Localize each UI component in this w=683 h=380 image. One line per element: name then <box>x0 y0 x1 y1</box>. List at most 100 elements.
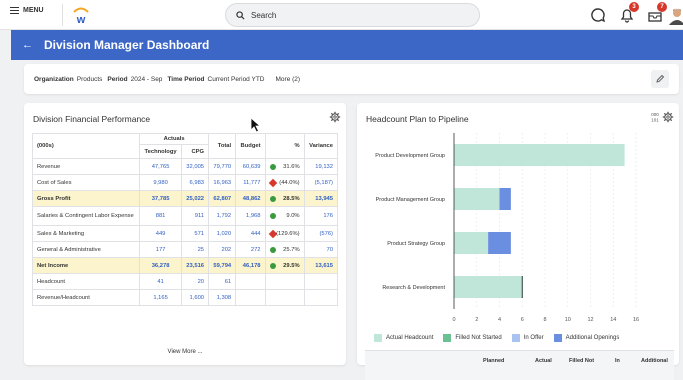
total-value[interactable]: 59,794 <box>208 257 237 274</box>
legend-swatch <box>553 334 562 342</box>
back-arrow-icon[interactable]: ← <box>22 39 36 51</box>
organization-value[interactable]: Products <box>77 76 103 83</box>
percent-text: (44.0%) <box>279 179 300 186</box>
technology-value[interactable]: 36,278 <box>139 257 182 274</box>
cpg-value[interactable]: 20 <box>180 273 210 290</box>
edit-filters-button[interactable] <box>651 70 669 88</box>
variance-value[interactable]: 19,132 <box>303 158 339 175</box>
cpg-value[interactable]: 25 <box>180 241 210 258</box>
variance-value[interactable]: 176 <box>303 206 339 226</box>
legend-swatch <box>443 334 452 342</box>
total-value[interactable]: 1,020 <box>208 225 237 242</box>
total-value[interactable]: 1,792 <box>208 206 237 226</box>
percent-text: 25.7% <box>283 246 300 253</box>
cpg-value[interactable]: 911 <box>180 206 210 226</box>
cpg-value[interactable]: 23,516 <box>180 257 210 274</box>
total-value[interactable]: 61 <box>208 273 237 290</box>
more-filters-link[interactable]: More (2) <box>276 76 301 83</box>
category-label: Product Development Group <box>375 153 445 159</box>
table-row: Cost of Sales 9,980 6,983 16,963 11,777 (44.0… <box>31 174 339 191</box>
legend-item[interactable]: Additional Openings <box>553 334 619 342</box>
svg-text:000: 000 <box>651 112 659 117</box>
notification-badge: 3 <box>629 2 639 12</box>
bar-actual-headcount <box>454 188 500 210</box>
gear-icon[interactable] <box>329 111 341 123</box>
inbox-button[interactable]: 7 <box>645 2 667 25</box>
technology-value[interactable]: 881 <box>139 206 182 226</box>
chart-gear-icon[interactable] <box>662 111 674 123</box>
table-row: Net Income 36,278 23,516 59,794 46,178 29.5% 1… <box>31 257 339 274</box>
menu-button[interactable]: MENU <box>10 7 44 14</box>
bar-additional-openings <box>488 232 511 254</box>
variance-value[interactable]: 70 <box>303 241 339 258</box>
technology-value[interactable]: 1,165 <box>139 289 182 306</box>
variance-value[interactable]: 13,945 <box>303 190 339 207</box>
budget-value[interactable]: 272 <box>235 241 266 258</box>
percent-value: (129.6%) <box>264 225 305 242</box>
percent-value: (44.0%) <box>264 174 305 191</box>
total-value[interactable]: 16,963 <box>208 174 237 191</box>
table-header-background <box>365 351 674 380</box>
financial-card-title: Division Financial Performance <box>33 114 151 124</box>
table-row: Gross Profit 37,785 25,022 62,807 48,862 28.5… <box>31 190 339 207</box>
page-header: ← Division Manager Dashboard <box>11 30 683 60</box>
time-period-value[interactable]: Current Period YTD <box>208 76 265 83</box>
legend-item[interactable]: Filled Not Started <box>443 334 502 342</box>
budget-value[interactable]: 46,178 <box>235 257 266 274</box>
technology-value[interactable]: 47,765 <box>139 158 182 175</box>
cpg-value[interactable]: 1,600 <box>180 289 210 306</box>
variance-value[interactable]: (576) <box>303 225 339 242</box>
legend-item[interactable]: Actual Headcount <box>374 334 433 342</box>
status-good-icon <box>269 262 276 269</box>
category-label: Research & Development <box>382 285 445 291</box>
technology-value[interactable]: 37,785 <box>139 190 182 207</box>
x-tick-label: 8 <box>543 317 546 323</box>
cpg-value[interactable]: 6,983 <box>180 174 210 191</box>
budget-value[interactable]: 11,777 <box>235 174 266 191</box>
table-view-icon[interactable]: 000 101 <box>649 111 661 123</box>
financial-table: (000s) Actuals Total Budget % Variance T… <box>31 133 339 306</box>
search-input[interactable] <box>251 10 451 20</box>
x-tick-label: 10 <box>565 317 571 323</box>
cpg-value[interactable]: 25,022 <box>180 190 210 207</box>
technology-value[interactable]: 177 <box>139 241 182 258</box>
budget-value[interactable]: 1,968 <box>235 206 266 226</box>
column-header-percent: % <box>264 133 305 159</box>
filter-bar: Organization Products Period 2024 - Sep … <box>24 64 679 94</box>
budget-value[interactable]: 48,862 <box>235 190 266 207</box>
search-box[interactable] <box>225 3 480 27</box>
row-label: Revenue/Headcount <box>31 289 141 306</box>
view-more-link[interactable]: View More ... <box>24 349 346 355</box>
technology-value[interactable]: 9,980 <box>139 174 182 191</box>
legend-label: In Offer <box>523 335 544 341</box>
status-good-icon <box>269 163 276 170</box>
bar-actual-headcount <box>454 144 625 166</box>
technology-value[interactable]: 41 <box>139 273 182 290</box>
status-good-icon <box>269 246 276 253</box>
column-header-budget: Budget <box>235 133 266 159</box>
budget-value[interactable]: 60,639 <box>235 158 266 175</box>
period-value[interactable]: 2024 - Sep <box>131 76 163 83</box>
cpg-value[interactable]: 32,005 <box>180 158 210 175</box>
budget-value[interactable]: 444 <box>235 225 266 242</box>
headcount-card-title: Headcount Plan to Pipeline <box>366 114 469 124</box>
avatar[interactable] <box>668 5 683 25</box>
workday-logo[interactable]: w <box>70 4 92 26</box>
notifications-button[interactable]: 3 <box>617 2 639 25</box>
legend-item[interactable]: In Offer <box>511 334 544 342</box>
chat-icon[interactable] <box>588 5 608 25</box>
percent-text: 28.5% <box>283 195 300 202</box>
table-row: Headcount 41 20 61 <box>31 273 339 290</box>
total-value[interactable]: 79,770 <box>208 158 237 175</box>
cpg-value[interactable]: 571 <box>180 225 210 242</box>
x-tick-label: 12 <box>587 317 593 323</box>
svg-text:101: 101 <box>651 118 659 123</box>
percent-text: (129.6%) <box>276 230 300 237</box>
variance-value[interactable]: (5,187) <box>303 174 339 191</box>
total-value[interactable]: 62,807 <box>208 190 237 207</box>
technology-value[interactable]: 449 <box>139 225 182 242</box>
total-value[interactable]: 1,308 <box>208 289 237 306</box>
x-tick-label: 16 <box>633 317 639 323</box>
total-value[interactable]: 202 <box>208 241 237 258</box>
variance-value[interactable]: 13,615 <box>303 257 339 274</box>
